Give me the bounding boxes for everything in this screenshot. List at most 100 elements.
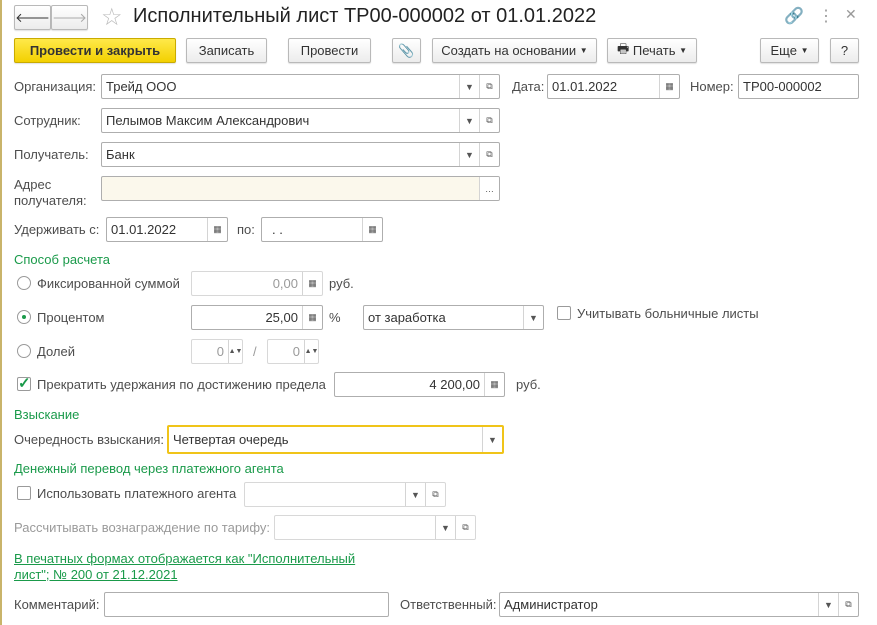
chevron-down-icon: ▼ — [800, 46, 809, 55]
dropdown-icon[interactable]: ▼ — [459, 75, 479, 98]
dropdown-icon[interactable]: ▼ — [405, 483, 425, 506]
hold-from-value: 01.01.2022 — [111, 222, 177, 237]
more-label: Еще — [770, 43, 797, 58]
more-button[interactable]: Еще ▼ — [760, 38, 819, 63]
open-icon[interactable]: ⧉ — [455, 516, 475, 539]
priority-value: Четвертая очередь — [173, 432, 289, 447]
hold-from-label: Удерживать с: — [14, 222, 100, 237]
fee-field[interactable]: ▼ ⧉ — [274, 515, 476, 540]
share-separator: / — [253, 344, 257, 359]
percent-base-select[interactable]: от заработка ▼ — [363, 305, 544, 330]
print-label: Печать — [632, 43, 676, 58]
fixed-amount-field[interactable]: 0,00 ▦ — [191, 271, 323, 296]
organization-label: Организация: — [14, 79, 97, 94]
sick-leave-checkbox[interactable] — [557, 306, 571, 320]
employee-field[interactable]: Пелымов Максим Александрович ▼ ⧉ — [101, 108, 500, 133]
number-value: ТР00-000002 — [743, 79, 822, 94]
open-icon[interactable]: ⧉ — [479, 75, 499, 98]
arrow-left-icon: 🡐 — [15, 9, 50, 25]
limit-checkbox[interactable]: ✓ — [17, 375, 31, 392]
organization-value: Трейд ООО — [106, 79, 177, 94]
back-button[interactable]: 🡐 — [14, 5, 51, 30]
forward-button[interactable]: 🡒 — [51, 5, 88, 30]
print-form-link[interactable]: В печатных формах отображается как "Испо… — [14, 551, 359, 583]
spinner-icon[interactable]: ▲▼ — [304, 340, 318, 363]
calculator-icon[interactable]: ▦ — [302, 306, 322, 329]
open-icon[interactable]: ⧉ — [425, 483, 445, 506]
create-based-button[interactable]: Создать на основании ▼ — [432, 38, 597, 63]
save-button[interactable]: Записать — [186, 38, 267, 63]
percent-radio[interactable] — [17, 310, 31, 324]
employee-value: Пелымов Максим Александрович — [106, 113, 310, 128]
hold-to-value: . . — [272, 222, 283, 237]
share-label: Долей — [37, 344, 75, 359]
post-and-close-button[interactable]: Провести и закрыть — [14, 38, 176, 63]
comment-label: Комментарий: — [14, 597, 100, 612]
recipient-field[interactable]: Банк ▼ ⧉ — [101, 142, 500, 167]
percent-label: Процентом — [37, 310, 105, 325]
percent-value: 25,00 — [265, 310, 298, 325]
print-button[interactable]: 🖶 Печать ▼ — [607, 38, 697, 63]
priority-label: Очередность взыскания: — [14, 432, 164, 447]
hold-to-field[interactable]: . . ▦ — [261, 217, 383, 242]
share-denominator-field[interactable]: 0 ▲▼ — [267, 339, 319, 364]
use-agent-checkbox[interactable] — [17, 486, 31, 500]
recipient-label: Получатель: — [14, 147, 89, 162]
chevron-down-icon: ▼ — [679, 46, 688, 55]
percent-sign: % — [329, 310, 341, 325]
fixed-currency: руб. — [329, 276, 354, 291]
date-field[interactable]: 01.01.2022 ▦ — [547, 74, 680, 99]
limit-value: 4 200,00 — [429, 377, 480, 392]
organization-field[interactable]: Трейд ООО ▼ ⧉ — [101, 74, 500, 99]
percent-field[interactable]: 25,00 ▦ — [191, 305, 323, 330]
share-denominator-value: 0 — [292, 344, 300, 359]
help-button[interactable]: ? — [830, 38, 859, 63]
page-title: Исполнительный лист ТР00-000002 от 01.01… — [133, 5, 597, 27]
calculator-icon[interactable]: ▦ — [484, 373, 504, 396]
agent-heading: Денежный перевод через платежного агента — [14, 461, 284, 476]
fixed-label: Фиксированной суммой — [37, 276, 180, 291]
hold-from-field[interactable]: 01.01.2022 ▦ — [106, 217, 228, 242]
calculator-icon[interactable]: ▦ — [302, 272, 322, 295]
attach-button[interactable]: 📎 — [392, 38, 421, 63]
dropdown-icon[interactable]: ▼ — [818, 593, 838, 616]
comment-field[interactable] — [104, 592, 389, 617]
dropdown-icon[interactable]: ▼ — [482, 427, 502, 452]
checkmark-icon: ✓ — [18, 375, 31, 392]
address-field[interactable]: … — [101, 176, 500, 201]
responsible-value: Администратор — [504, 597, 598, 612]
limit-field[interactable]: 4 200,00 ▦ — [334, 372, 505, 397]
share-numerator-field[interactable]: 0 ▲▼ — [191, 339, 243, 364]
close-icon[interactable]: ✕ — [845, 6, 857, 23]
dropdown-icon[interactable]: ▼ — [459, 109, 479, 132]
ellipsis-icon[interactable]: … — [479, 177, 499, 200]
open-icon[interactable]: ⧉ — [479, 109, 499, 132]
date-value: 01.01.2022 — [552, 79, 618, 94]
fixed-amount-value: 0,00 — [272, 276, 298, 291]
number-field[interactable]: ТР00-000002 — [738, 74, 859, 99]
calendar-icon[interactable]: ▦ — [362, 218, 382, 241]
agent-field[interactable]: ▼ ⧉ — [244, 482, 446, 507]
calendar-icon[interactable]: ▦ — [207, 218, 227, 241]
dropdown-icon[interactable]: ▼ — [523, 306, 543, 329]
star-icon[interactable]: ☆ — [101, 3, 123, 32]
create-based-label: Создать на основании — [441, 43, 577, 58]
open-icon[interactable]: ⧉ — [838, 593, 858, 616]
link-icon[interactable]: 🔗 — [784, 6, 804, 26]
calc-method-heading: Способ расчета — [14, 252, 111, 267]
dropdown-icon[interactable]: ▼ — [435, 516, 455, 539]
share-radio[interactable] — [17, 344, 31, 358]
dropdown-icon[interactable]: ▼ — [459, 143, 479, 166]
priority-select[interactable]: Четвертая очередь ▼ — [167, 425, 504, 454]
fee-label: Рассчитывать вознаграждение по тарифу: — [14, 520, 270, 535]
recipient-value: Банк — [106, 147, 135, 162]
post-button[interactable]: Провести — [288, 38, 371, 63]
open-icon[interactable]: ⧉ — [479, 143, 499, 166]
more-vertical-icon[interactable]: ⋮ — [818, 6, 834, 26]
fixed-radio[interactable] — [17, 276, 31, 290]
printer-icon: 🖶 — [616, 40, 630, 56]
responsible-field[interactable]: Администратор ▼ ⧉ — [499, 592, 859, 617]
calendar-icon[interactable]: ▦ — [659, 75, 679, 98]
spinner-icon[interactable]: ▲▼ — [228, 340, 242, 363]
sick-leave-label: Учитывать больничные листы — [577, 306, 759, 321]
